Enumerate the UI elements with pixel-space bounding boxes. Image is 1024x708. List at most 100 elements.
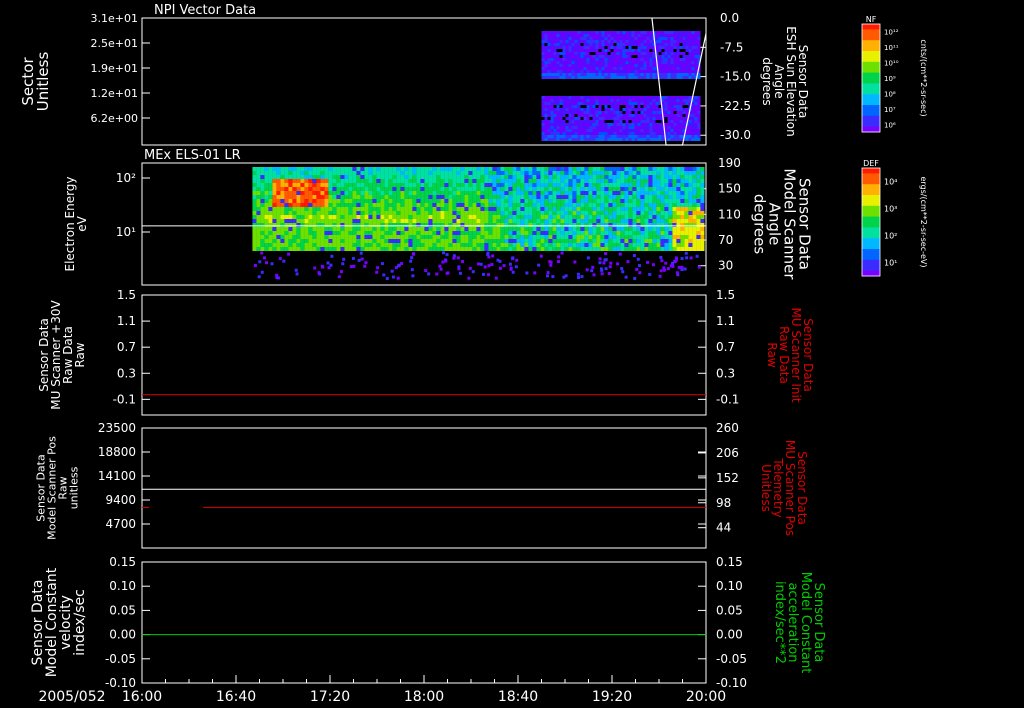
npi-spectrogram-cell (556, 135, 560, 138)
npi-spectrogram-cell (607, 43, 611, 46)
els-spectrogram-cell (544, 187, 549, 191)
els-spectrogram-cell (692, 175, 697, 179)
npi-spectrogram-cell (658, 105, 662, 108)
npi-spectrogram-cell (625, 37, 629, 40)
els-spectrogram-cell (584, 199, 589, 203)
npi-spectrogram-cell (622, 34, 626, 37)
els-spectrogram-cell (668, 167, 673, 171)
els-sparse-point (396, 276, 400, 280)
els-spectrogram-cell (644, 191, 649, 195)
npi-spectrogram-cell (679, 67, 683, 70)
npi-spectrogram-cell (694, 40, 698, 43)
npi-spectrogram-cell (649, 129, 653, 132)
els-spectrogram-cell (428, 195, 433, 199)
els-spectrogram-cell (372, 211, 377, 215)
npi-spectrogram-cell (682, 111, 686, 114)
els-spectrogram-cell (280, 179, 285, 183)
els-spectrogram-cell (356, 231, 361, 235)
npi-spectrogram-cell (697, 37, 701, 40)
npi-spectrogram-cell (589, 49, 593, 52)
els-sparse-point (427, 272, 431, 276)
els-spectrogram-cell (660, 235, 665, 239)
els-spectrogram-cell (256, 191, 261, 195)
els-spectrogram-cell (656, 215, 661, 219)
els-spectrogram-cell (608, 171, 613, 175)
els-spectrogram-cell (284, 183, 289, 187)
npi-spectrogram-cell (649, 58, 653, 61)
els-spectrogram-cell (608, 191, 613, 195)
els-spectrogram-cell (384, 167, 389, 171)
els-spectrogram-cell (472, 211, 477, 215)
npi-spectrogram-cell (574, 37, 578, 40)
els-spectrogram-cell (624, 215, 629, 219)
npi-spectrogram-cell (619, 135, 623, 138)
npi-spectrogram-cell (619, 138, 623, 141)
npi-spectrogram-cell (637, 70, 641, 73)
mu30v-ylabel-line: Raw (73, 342, 87, 367)
npi-spectrogram-cell (631, 58, 635, 61)
els-spectrogram-cell (516, 203, 521, 207)
npi-spectrogram-cell (586, 135, 590, 138)
npi-spectrogram-cell (676, 123, 680, 126)
npi-spectrogram-cell (571, 96, 575, 99)
els-sparse-point (609, 261, 613, 265)
els-spectrogram-cell (644, 171, 649, 175)
els-spectrogram-cell (448, 239, 453, 243)
npi-spectrogram-cell (541, 55, 545, 58)
els-spectrogram-cell (276, 219, 281, 223)
els-spectrogram-cell (356, 215, 361, 219)
els-spectrogram-cell (336, 183, 341, 187)
npi-spectrogram-cell (622, 49, 626, 52)
els-spectrogram-cell (676, 219, 681, 223)
els-spectrogram-cell (464, 239, 469, 243)
els-spectrogram-cell (472, 203, 477, 207)
npi-spectrogram-cell (607, 61, 611, 64)
els-right-label-line: degrees (750, 194, 768, 255)
els-spectrogram-cell (632, 203, 637, 207)
els-sparse-point (487, 273, 491, 277)
els-spectrogram-cell (256, 195, 261, 199)
els-spectrogram-cell (596, 231, 601, 235)
els-spectrogram-cell (296, 203, 301, 207)
els-spectrogram-cell (336, 179, 341, 183)
nf-colorbar-tick-label: 10¹⁰ (884, 60, 899, 68)
npi-spectrogram-cell (691, 64, 695, 67)
npi-spectrogram-cell (616, 52, 620, 55)
npi-spectrogram-cell (616, 49, 620, 52)
els-spectrogram-cell (312, 191, 317, 195)
els-spectrogram-cell (364, 207, 369, 211)
els-spectrogram-cell (484, 199, 489, 203)
npi-spectrogram-cell (583, 138, 587, 141)
npi-spectrogram-cell (553, 64, 557, 67)
els-spectrogram-cell (680, 171, 685, 175)
els-sparse-point (445, 271, 449, 275)
els-spectrogram-cell (376, 175, 381, 179)
els-spectrogram-cell (632, 191, 637, 195)
els-spectrogram-cell (252, 179, 257, 183)
els-spectrogram-cell (592, 171, 597, 175)
els-spectrogram-cell (380, 203, 385, 207)
els-spectrogram-cell (420, 219, 425, 223)
els-spectrogram-cell (308, 219, 313, 223)
npi-spectrogram-cell (670, 129, 674, 132)
els-spectrogram-cell (580, 187, 585, 191)
npi-spectrogram-cell (694, 58, 698, 61)
npi-spectrogram-cell (604, 120, 608, 123)
els-sparse-point (685, 256, 689, 260)
els-spectrogram-cell (280, 231, 285, 235)
npi-spectrogram-cell (643, 49, 647, 52)
els-spectrogram-cell (640, 211, 645, 215)
npi-spectrogram-cell (625, 108, 629, 111)
els-spectrogram-cell (688, 219, 693, 223)
els-spectrogram-cell (532, 183, 537, 187)
npi-right-tick-label: -30.0 (720, 128, 751, 142)
els-spectrogram-cell (264, 231, 269, 235)
npi-spectrogram-cell (619, 49, 623, 52)
npi-spectrogram-cell (604, 99, 608, 102)
npi-spectrogram-cell (610, 138, 614, 141)
els-spectrogram-cell (664, 183, 669, 187)
els-spectrogram-cell (288, 231, 293, 235)
els-spectrogram-cell (664, 199, 669, 203)
els-spectrogram-cell (556, 203, 561, 207)
els-spectrogram-cell (328, 175, 333, 179)
